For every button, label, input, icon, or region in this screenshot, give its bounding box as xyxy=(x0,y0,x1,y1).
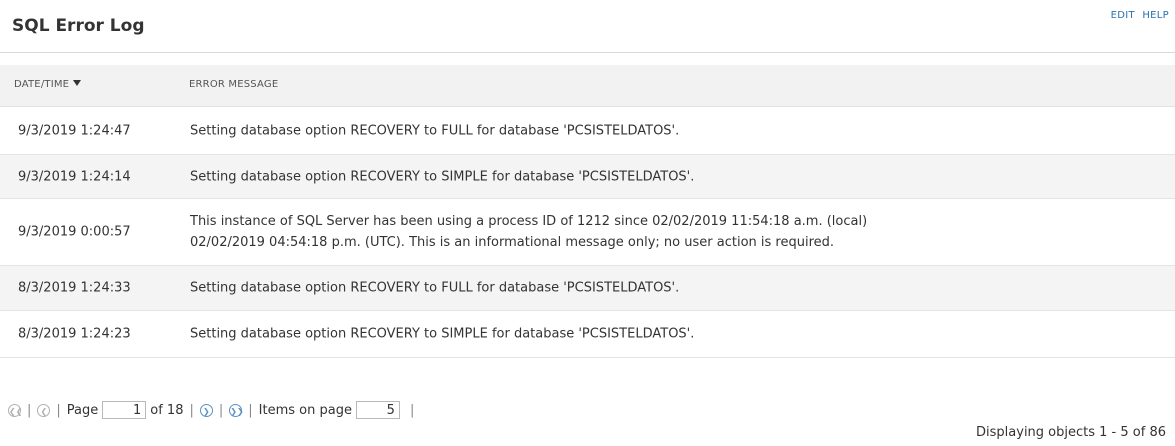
row-datetime: 8/3/2019 1:24:33 xyxy=(18,280,131,296)
pager-separator: | xyxy=(248,402,253,418)
pagination-bar: ❮❮ | ❮ | Page of 18 | ❯ | ❯❯ | Items on … xyxy=(8,399,420,421)
table-row: 9/3/2019 1:24:14 Setting database option… xyxy=(0,155,1175,199)
items-per-page-input[interactable] xyxy=(355,401,400,419)
previous-page-icon[interactable]: ❮ xyxy=(37,403,51,417)
next-page-icon[interactable]: ❯ xyxy=(199,403,213,417)
page-title: SQL Error Log xyxy=(12,16,145,36)
row-datetime: 9/3/2019 0:00:57 xyxy=(18,224,131,240)
column-header-datetime-label: DATE/TIME xyxy=(14,79,70,90)
row-message: Setting database option RECOVERY to SIMP… xyxy=(190,326,695,342)
row-message: Setting database option RECOVERY to FULL… xyxy=(190,123,680,138)
pager-separator: | xyxy=(189,402,194,418)
error-log-table: 9/3/2019 1:24:47 Setting database option… xyxy=(0,107,1175,358)
column-header-error-message[interactable]: ERROR MESSAGE xyxy=(189,79,278,90)
table-header: DATE/TIME ERROR MESSAGE xyxy=(0,65,1175,107)
table-row: 9/3/2019 1:24:47 Setting database option… xyxy=(0,107,1175,155)
column-header-datetime[interactable]: DATE/TIME xyxy=(14,79,82,90)
row-message: Setting database option RECOVERY to FULL… xyxy=(190,280,680,296)
page-count-label: of 18 xyxy=(150,402,184,418)
last-page-icon[interactable]: ❯❯ xyxy=(229,403,244,417)
edit-link[interactable]: EDIT xyxy=(1111,10,1135,21)
row-datetime: 9/3/2019 1:24:14 xyxy=(18,169,131,184)
row-datetime: 8/3/2019 1:24:23 xyxy=(18,326,131,342)
row-message: Setting database option RECOVERY to SIMP… xyxy=(190,169,695,184)
pager-separator: | xyxy=(218,402,224,418)
pager-separator: | xyxy=(56,402,61,418)
first-page-icon[interactable]: ❮❮ xyxy=(8,403,22,417)
table-row: 8/3/2019 1:24:23 Setting database option… xyxy=(0,311,1175,358)
table-row: 9/3/2019 0:00:57 This instance of SQL Se… xyxy=(0,199,1175,266)
row-datetime: 9/3/2019 1:24:47 xyxy=(18,123,131,138)
items-on-page-label: Items on page xyxy=(258,402,352,418)
header-links: EDIT HELP xyxy=(1107,10,1169,21)
page-number-input[interactable] xyxy=(102,401,147,419)
display-count: Displaying objects 1 - 5 of 86 xyxy=(976,425,1166,440)
pager-separator: | xyxy=(27,402,32,418)
pager-separator: | xyxy=(409,402,415,418)
sort-descending-icon[interactable] xyxy=(73,80,82,86)
table-row: 8/3/2019 1:24:33 Setting database option… xyxy=(0,266,1175,311)
page-label: Page xyxy=(66,402,99,418)
row-message: This instance of SQL Server has been usi… xyxy=(190,214,868,250)
page-header: SQL Error Log EDIT HELP xyxy=(0,0,1175,53)
help-link[interactable]: HELP xyxy=(1142,10,1169,21)
